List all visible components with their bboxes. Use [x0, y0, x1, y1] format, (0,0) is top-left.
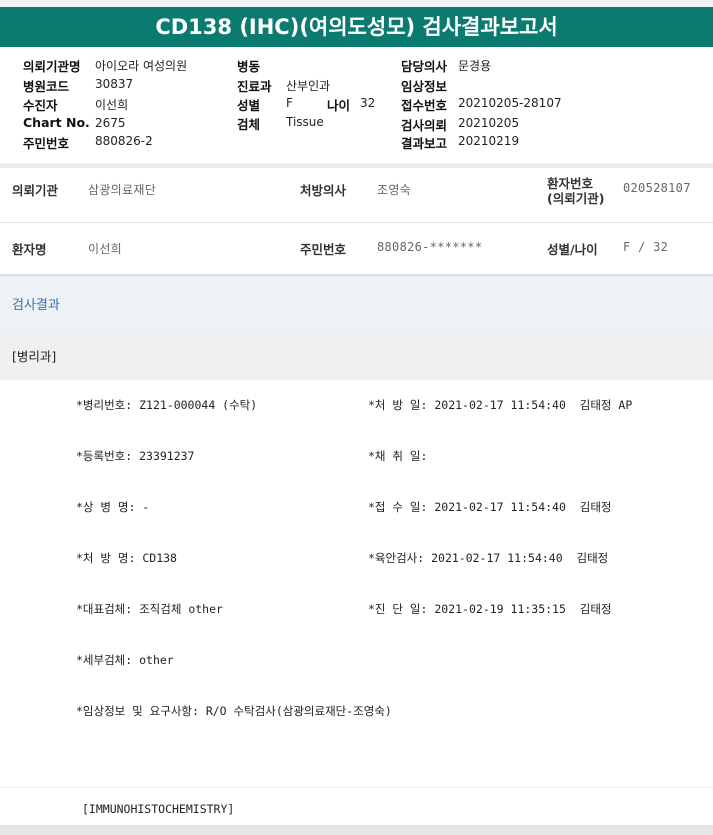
rrn-label: 주민번호: [300, 242, 347, 257]
examinee-label: 수진자: [23, 98, 58, 113]
age-label: 나이: [327, 98, 351, 113]
top-border: [0, 0, 713, 7]
request-label: 검사의뢰: [401, 118, 448, 133]
code-value: 30837: [95, 77, 134, 91]
prescriber-label: 처방의사: [300, 183, 347, 198]
receipt-value: 20210205-28107: [458, 96, 562, 110]
receipt-label: 접수번호: [401, 98, 448, 113]
specimen-value: Tissue: [286, 115, 324, 129]
institution-label: 의뢰기관: [12, 183, 59, 198]
specimen-label: 검체: [237, 117, 261, 132]
sex-age-label: 성별/나이: [547, 242, 598, 257]
pathology-number: *병리번호: Z121-000044 (수탁): [76, 398, 258, 412]
age-value: 32: [360, 96, 376, 110]
blank-row: [0, 737, 713, 788]
clinic-value: 아이오라 여성의원: [95, 59, 188, 73]
detail-row: *등록번호: 23391237 *채 취 일:: [0, 431, 713, 483]
report-value: 20210219: [458, 134, 520, 148]
code-label: 병원코드: [23, 79, 70, 94]
patient-number-value: 020528107: [623, 181, 691, 195]
report-header: 의뢰기관명 아이오라 여성의원 병원코드 30837 수진자 이선희 Chart…: [0, 47, 713, 163]
pathology-dept-row: [병리과]: [0, 329, 713, 381]
ihc-heading: [IMMUNOHISTOCHEMISTRY]: [82, 802, 235, 816]
detail-row: *대표검체: 조직검체 other *진 단 일: 2021-02-19 11:…: [0, 584, 713, 636]
info-row-patient: 환자명 이선희 주민번호 880826-******* 성별/나이 F / 32: [0, 223, 713, 275]
receipt-date: *접 수 일: 2021-02-17 11:54:40 김태정: [368, 500, 612, 514]
doctor-label: 담당의사: [401, 59, 448, 74]
chart-value: 2675: [95, 116, 126, 130]
patient-name-value: 이선희: [88, 242, 123, 256]
patient-number-sublabel: (의뢰기관): [547, 191, 605, 206]
patient-name-label: 환자명: [12, 242, 47, 257]
detailed-specimen: *세부검체: other: [76, 653, 174, 667]
bottom-border: [0, 825, 713, 835]
detail-row: *세부검체: other: [0, 635, 713, 687]
rrn-label: 주민번호: [23, 136, 70, 151]
info-row-institution: 의뢰기관 삼광의료재단 처방의사 조영숙 환자번호 (의뢰기관) 0205281…: [0, 168, 713, 223]
registration-number: *등록번호: 23391237: [76, 449, 195, 463]
sex-value: F: [286, 96, 293, 110]
dept-label: 진료과: [237, 79, 272, 94]
institution-value: 삼광의료재단: [88, 183, 157, 197]
detail-row: *상 병 명: - *접 수 일: 2021-02-17 11:54:40 김태…: [0, 482, 713, 534]
ward-label: 병동: [237, 59, 261, 74]
rrn-value: 880826-*******: [377, 240, 483, 254]
pathology-dept-label: [병리과]: [12, 349, 57, 364]
dept-value: 산부인과: [286, 79, 331, 93]
detail-row: *임상정보 및 요구사항: R/O 수탁검사(삼광의료재단-조영숙): [0, 686, 713, 738]
examinee-value: 이선희: [95, 98, 129, 112]
detail-row: [IMMUNOHISTOCHEMISTRY]: [0, 788, 713, 825]
request-value: 20210205: [458, 116, 520, 130]
prescriber-value: 조영숙: [377, 183, 412, 197]
gross-exam-date: *육안검사: 2021-02-17 11:54:40 김태정: [368, 551, 609, 565]
chart-label: Chart No.: [23, 115, 90, 130]
diagnosis-name: *상 병 명: -: [76, 500, 150, 514]
detail-row: *병리번호: Z121-000044 (수탁) *처 방 일: 2021-02-…: [0, 380, 713, 432]
rrn-value: 880826-2: [95, 134, 153, 148]
report-title: CD138 (IHC)(여의도성모) 검사결과보고서: [0, 7, 713, 47]
clinical-info-request: *임상정보 및 요구사항: R/O 수탁검사(삼광의료재단-조영숙): [76, 704, 392, 718]
results-section-header: 검사결과: [0, 275, 713, 330]
diagnosis-date: *진 단 일: 2021-02-19 11:35:15 김태정: [368, 602, 612, 616]
representative-specimen: *대표검체: 조직검체 other: [76, 602, 223, 616]
detail-row: *처 방 명: CD138 *육안검사: 2021-02-17 11:54:40…: [0, 533, 713, 585]
report-label: 결과보고: [401, 136, 448, 151]
results-section-title: 검사결과: [12, 298, 60, 313]
sex-age-value: F / 32: [623, 240, 669, 254]
sex-label: 성별: [237, 98, 261, 113]
clinic-label: 의뢰기관명: [23, 59, 81, 74]
doctor-value: 문경용: [458, 59, 492, 73]
prescription-name: *처 방 명: CD138: [76, 551, 177, 565]
clinical-label: 임상정보: [401, 79, 448, 94]
collection-date: *채 취 일:: [368, 449, 428, 463]
prescription-date: *처 방 일: 2021-02-17 11:54:40 김태정 AP: [368, 398, 633, 412]
